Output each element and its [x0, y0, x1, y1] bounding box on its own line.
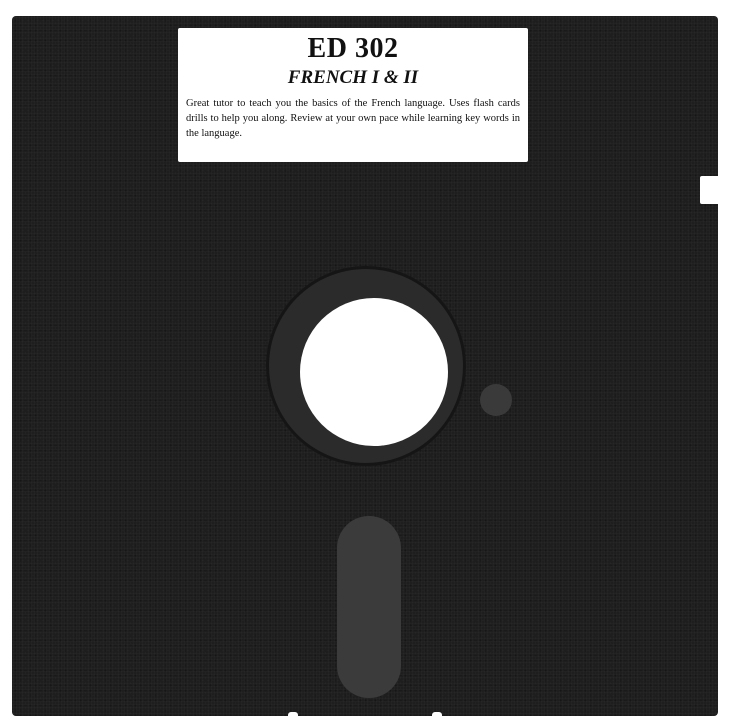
floppy-disk: ED 302 FRENCH I & II Great tutor to teac… [12, 16, 720, 718]
read-write-window [337, 516, 401, 698]
label-title: FRENCH I & II [287, 67, 419, 88]
index-hole [480, 384, 512, 416]
hub-hole [300, 298, 448, 446]
edge-notch-left [288, 712, 298, 718]
label-description: Great tutor to teach you the basics of t… [186, 98, 520, 139]
write-protect-notch [700, 176, 720, 204]
label-code: ED 302 [307, 33, 399, 64]
edge-notch-right [432, 712, 442, 718]
disk-label: ED 302 FRENCH I & II Great tutor to teac… [178, 28, 528, 162]
